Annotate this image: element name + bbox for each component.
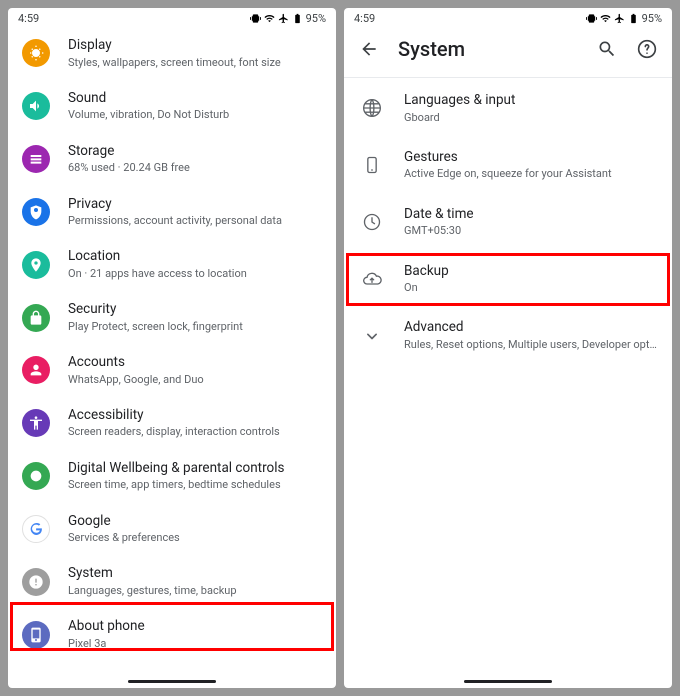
accessibility-icon — [22, 409, 50, 437]
wifi-icon — [600, 13, 611, 24]
wellbeing-icon — [22, 462, 50, 490]
title-row: System — [344, 27, 672, 77]
page-title: System — [398, 37, 578, 61]
item-label: Storage — [68, 143, 322, 161]
item-sub: Permissions, account activity, personal … — [68, 214, 322, 228]
search-button[interactable] — [596, 38, 618, 60]
system-icon — [22, 568, 50, 596]
item-label: Sound — [68, 90, 322, 108]
security-icon — [22, 304, 50, 332]
battery-pct: 95% — [306, 12, 326, 25]
item-sub: Pixel 3a — [68, 637, 322, 651]
item-sub: Services & preferences — [68, 531, 322, 545]
settings-item-accounts[interactable]: AccountsWhatsApp, Google, and Duo — [8, 344, 336, 397]
item-sub: Languages, gestures, time, backup — [68, 584, 322, 598]
settings-item-security[interactable]: SecurityPlay Protect, screen lock, finge… — [8, 291, 336, 344]
status-time: 4:59 — [18, 12, 39, 25]
display-icon — [22, 39, 50, 67]
system-item-languages[interactable]: Languages & inputGboard — [344, 80, 672, 137]
item-sub: WhatsApp, Google, and Duo — [68, 373, 322, 387]
item-sub: Volume, vibration, Do Not Disturb — [68, 108, 322, 122]
settings-item-sound[interactable]: SoundVolume, vibration, Do Not Disturb — [8, 80, 336, 133]
item-sub: Rules, Reset options, Multiple users, De… — [404, 338, 658, 352]
gestures-icon — [358, 151, 386, 179]
settings-item-google[interactable]: GoogleServices & preferences — [8, 503, 336, 556]
item-label: Privacy — [68, 196, 322, 214]
item-sub: Active Edge on, squeeze for your Assista… — [404, 167, 658, 181]
battery-icon — [292, 13, 303, 24]
storage-icon — [22, 145, 50, 173]
item-label: Digital Wellbeing & parental controls — [68, 460, 322, 478]
settings-list: DisplayStyles, wallpapers, screen timeou… — [8, 27, 336, 688]
item-label: About phone — [68, 618, 322, 636]
airplane-icon — [614, 13, 625, 24]
item-label: Security — [68, 301, 322, 319]
google-icon — [22, 515, 50, 543]
status-icons: 95% — [250, 12, 326, 25]
system-item-advanced[interactable]: AdvancedRules, Reset options, Multiple u… — [344, 307, 672, 364]
wifi-icon — [264, 13, 275, 24]
item-sub: GMT+05:30 — [404, 224, 658, 238]
status-time: 4:59 — [354, 12, 375, 25]
settings-item-wellbeing[interactable]: Digital Wellbeing & parental controlsScr… — [8, 450, 336, 503]
location-icon — [22, 251, 50, 279]
accounts-icon — [22, 356, 50, 384]
system-item-gestures[interactable]: GesturesActive Edge on, squeeze for your… — [344, 137, 672, 194]
nav-indicator — [464, 680, 552, 683]
item-label: Date & time — [404, 206, 658, 224]
item-label: System — [68, 565, 322, 583]
vibrate-icon — [250, 13, 261, 24]
item-sub: Screen time, app timers, bedtime schedul… — [68, 478, 322, 492]
item-sub: Play Protect, screen lock, fingerprint — [68, 320, 322, 334]
chevron-down-icon — [358, 322, 386, 350]
battery-pct: 95% — [642, 12, 662, 25]
item-label: Backup — [404, 263, 658, 281]
cloud-icon — [358, 265, 386, 293]
item-label: Languages & input — [404, 92, 658, 110]
sound-icon — [22, 92, 50, 120]
item-sub: 68% used · 20.24 GB free — [68, 161, 322, 175]
system-item-backup[interactable]: BackupOn — [344, 251, 672, 308]
system-item-datetime[interactable]: Date & timeGMT+05:30 — [344, 194, 672, 251]
airplane-icon — [278, 13, 289, 24]
system-phone-right: 4:59 95% System Languages & inputGboard … — [344, 8, 672, 688]
privacy-icon — [22, 198, 50, 226]
settings-phone-left: 4:59 95% DisplayStyles, wallpapers, scre… — [8, 8, 336, 688]
item-sub: On · 21 apps have access to location — [68, 267, 322, 281]
item-label: Google — [68, 513, 322, 531]
battery-icon — [628, 13, 639, 24]
vibrate-icon — [586, 13, 597, 24]
item-label: Gestures — [404, 149, 658, 167]
settings-item-system[interactable]: SystemLanguages, gestures, time, backup — [8, 555, 336, 608]
nav-indicator — [128, 680, 216, 683]
item-label: Accessibility — [68, 407, 322, 425]
back-button[interactable] — [358, 38, 380, 60]
settings-item-about[interactable]: About phonePixel 3a — [8, 608, 336, 661]
settings-item-display[interactable]: DisplayStyles, wallpapers, screen timeou… — [8, 27, 336, 80]
item-sub: Gboard — [404, 111, 658, 125]
globe-icon — [358, 94, 386, 122]
settings-item-accessibility[interactable]: AccessibilityScreen readers, display, in… — [8, 397, 336, 450]
status-bar: 4:59 95% — [344, 8, 672, 27]
item-label: Accounts — [68, 354, 322, 372]
item-sub: On — [404, 281, 658, 295]
settings-item-privacy[interactable]: PrivacyPermissions, account activity, pe… — [8, 186, 336, 239]
status-icons: 95% — [586, 12, 662, 25]
item-label: Location — [68, 248, 322, 266]
about-icon — [22, 621, 50, 649]
help-button[interactable] — [636, 38, 658, 60]
item-sub: Styles, wallpapers, screen timeout, font… — [68, 56, 322, 70]
item-label: Advanced — [404, 319, 658, 337]
divider — [344, 77, 672, 78]
system-list: Languages & inputGboard GesturesActive E… — [344, 80, 672, 688]
item-sub: Screen readers, display, interaction con… — [68, 425, 322, 439]
item-label: Display — [68, 37, 322, 55]
clock-icon — [358, 208, 386, 236]
status-bar: 4:59 95% — [8, 8, 336, 27]
settings-item-storage[interactable]: Storage68% used · 20.24 GB free — [8, 133, 336, 186]
settings-item-location[interactable]: LocationOn · 21 apps have access to loca… — [8, 238, 336, 291]
